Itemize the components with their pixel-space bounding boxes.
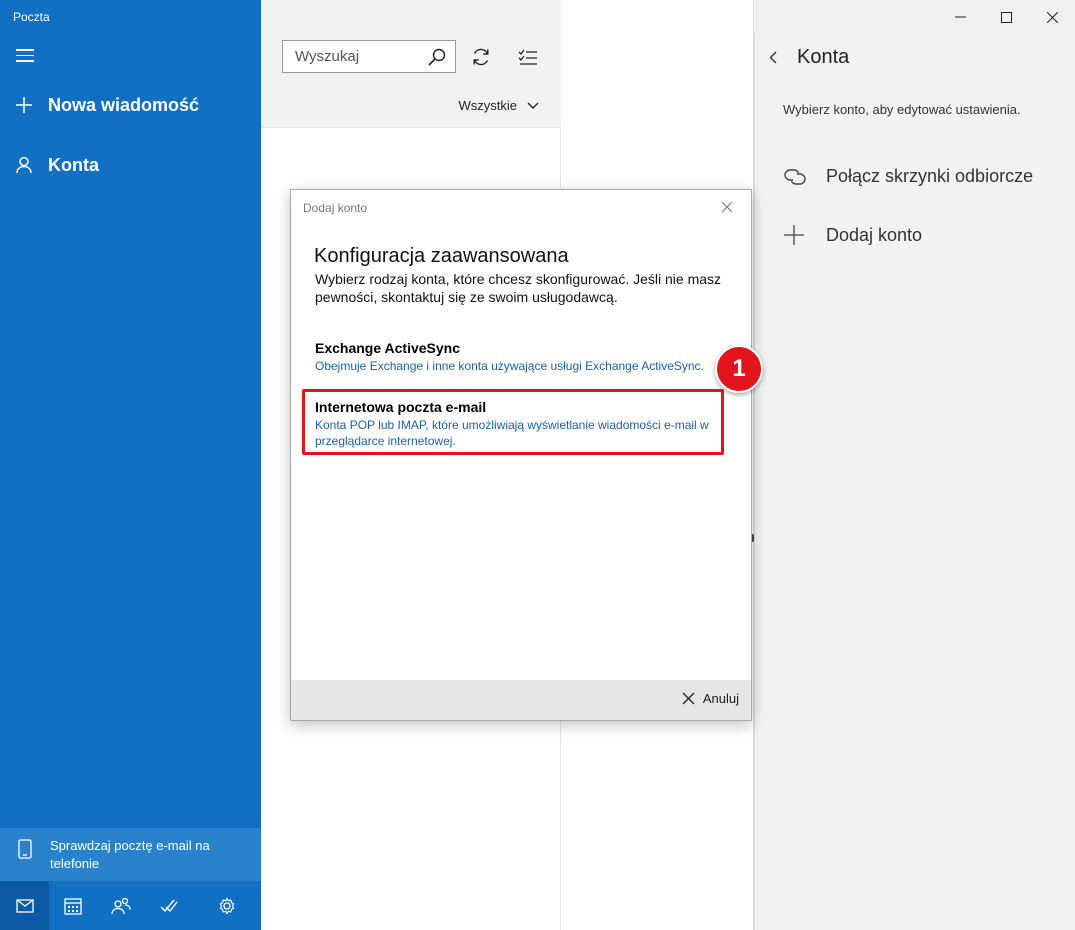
selection-mode-icon[interactable] — [515, 44, 541, 70]
nav-pane: Poczta Nowa wiadomość Konta Sprawdzaj po… — [0, 0, 261, 930]
accounts-flyout: Konta Wybierz konto, aby edytować ustawi… — [754, 34, 1075, 930]
close-icon[interactable] — [721, 201, 735, 215]
option-description: Obejmuje Exchange i inne konta używające… — [315, 359, 704, 373]
list-toolbar: Wyszukaj Wszystkie — [261, 0, 561, 128]
chevron-left-icon — [769, 51, 783, 64]
option-exchange-activesync[interactable]: Exchange ActiveSync Obejmuje Exchange i … — [315, 340, 725, 374]
plus-icon — [0, 96, 48, 114]
dialog-footer: Anuluj — [291, 680, 751, 720]
person-icon — [0, 156, 48, 174]
close-icon — [682, 692, 695, 705]
filter-label: Wszystkie — [458, 98, 518, 113]
step-badge: 1 — [715, 345, 763, 393]
bottom-app-bar — [0, 881, 261, 930]
maximize-icon[interactable] — [983, 0, 1029, 34]
link-inboxes-button[interactable]: Połącz skrzynki odbiorcze — [783, 166, 1033, 187]
phone-promo-link[interactable]: Sprawdzaj pocztę e-mail na telefonie — [0, 828, 261, 881]
window-controls — [937, 0, 1075, 34]
option-title: Internetowa poczta e-mail — [315, 399, 487, 415]
chevron-down-icon — [527, 98, 539, 113]
search-icon[interactable] — [419, 48, 455, 66]
app-title: Poczta — [13, 10, 50, 24]
flyout-title: Konta — [797, 46, 850, 68]
accounts-label: Konta — [48, 154, 99, 175]
hamburger-menu-icon[interactable] — [16, 49, 34, 63]
cancel-label: Anuluj — [702, 691, 739, 706]
sync-icon[interactable] — [468, 44, 494, 70]
link-inboxes-label: Połącz skrzynki odbiorcze — [826, 166, 1034, 186]
calendar-icon[interactable] — [49, 881, 97, 930]
flyout-description: Wybierz konto, aby edytować ustawienia. — [783, 102, 1021, 117]
filter-dropdown[interactable]: Wszystkie — [459, 98, 540, 113]
dialog-subtitle: Wybierz rodzaj konta, które chcesz skonf… — [315, 271, 722, 305]
link-icon — [783, 167, 826, 187]
plus-icon — [783, 224, 826, 246]
add-account-button[interactable]: Dodaj konto — [783, 224, 922, 246]
phone-icon — [0, 837, 50, 859]
option-title: Exchange ActiveSync — [315, 340, 460, 356]
add-account-dialog: Dodaj konto Konfiguracja zaawansowana Wy… — [290, 189, 752, 721]
settings-icon[interactable] — [193, 881, 261, 930]
cancel-button[interactable]: Anuluj — [682, 691, 739, 706]
phone-promo-text: Sprawdzaj pocztę e-mail na telefonie — [50, 838, 210, 871]
dialog-heading: Konfiguracja zaawansowana — [314, 245, 569, 267]
dialog-title: Dodaj konto — [303, 201, 368, 215]
flyout-back-button[interactable]: Konta — [769, 46, 849, 69]
option-description: Konta POP lub IMAP, które umożliwiają wy… — [315, 418, 709, 448]
todo-icon[interactable] — [145, 881, 193, 930]
new-message-button[interactable]: Nowa wiadomość — [0, 83, 261, 127]
option-internet-email[interactable]: Internetowa poczta e-mail Konta POP lub … — [315, 399, 725, 449]
minimize-icon[interactable] — [937, 0, 983, 34]
new-message-label: Nowa wiadomość — [48, 94, 200, 115]
search-box[interactable]: Wyszukaj — [282, 40, 456, 73]
search-input[interactable]: Wyszukaj — [283, 48, 419, 65]
mail-icon[interactable] — [0, 881, 49, 930]
accounts-button[interactable]: Konta — [0, 143, 261, 187]
close-window-icon[interactable] — [1029, 0, 1075, 34]
people-icon[interactable] — [97, 881, 145, 930]
add-account-label: Dodaj konto — [826, 224, 923, 245]
